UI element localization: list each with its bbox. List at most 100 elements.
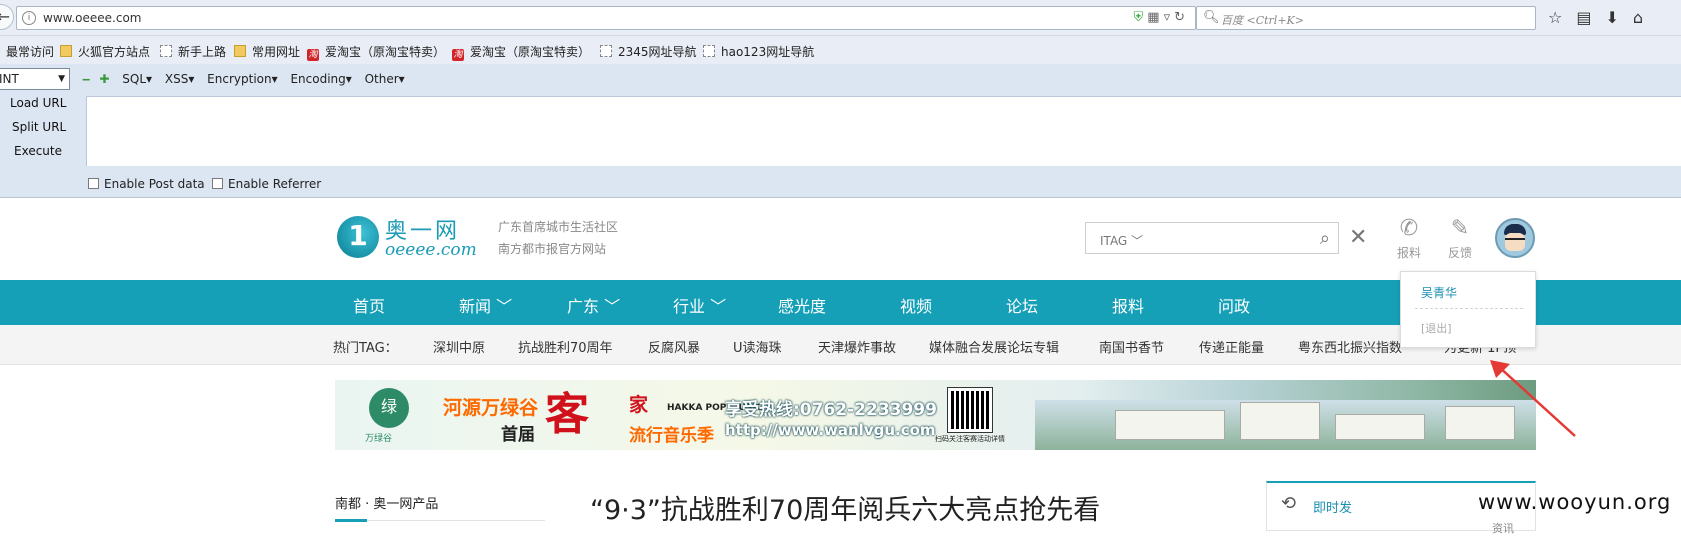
back-button[interactable]: ← — [0, 4, 14, 30]
nav-item-politics[interactable]: 问政 — [1218, 293, 1250, 317]
bookmark-item[interactable]: hao123网址导航 — [703, 43, 814, 60]
banner-title-4: 流行音乐季 — [629, 426, 714, 446]
hot-tag[interactable]: 抗战胜利70周年 — [518, 337, 613, 356]
qr-icon[interactable]: ▦ — [1147, 10, 1163, 25]
banner-brand: 万绿谷 — [365, 434, 393, 444]
folder-icon — [60, 45, 72, 57]
hot-tag[interactable]: 反腐风暴 — [648, 337, 700, 356]
menu-xss[interactable]: XSS▾ — [165, 72, 194, 86]
banner-big-char: 客 — [545, 389, 589, 440]
bookmark-label: hao123网址导航 — [721, 45, 815, 59]
home-icon[interactable]: ⌂ — [1633, 8, 1643, 27]
page-icon — [600, 45, 612, 57]
download-icon[interactable]: ⬇ — [1605, 8, 1618, 27]
hot-tag[interactable]: 天津爆炸事故 — [818, 337, 896, 356]
section-underline — [335, 519, 367, 522]
products-section-title[interactable]: 南都 · 奥一网产品 — [335, 493, 438, 512]
browser-nav-icons: ☆ ▤ ⬇ ⌂ — [1548, 8, 1657, 27]
hackbar-select[interactable]: INT ▼ — [0, 68, 70, 90]
nav-item-report[interactable]: 报料 — [1112, 293, 1144, 317]
checkbox-box[interactable] — [88, 178, 99, 189]
enable-referrer-label: Enable Referrer — [228, 177, 322, 191]
address-text[interactable]: www.oeeee.com — [43, 11, 141, 25]
hackbar-select-value: INT — [0, 72, 19, 86]
nav-item-forum[interactable]: 论坛 — [1006, 293, 1038, 317]
banner-title-3: 家 — [629, 394, 649, 416]
hot-tag[interactable]: 粤东西北振兴指数 — [1298, 337, 1402, 356]
nav-item-photo[interactable]: 感光度 — [778, 293, 826, 317]
bookmark-item[interactable]: 淘爱淘宝（原淘宝特卖） — [452, 43, 590, 61]
nav-item-guangdong[interactable]: 广东 ﹀ — [567, 293, 620, 317]
nav-item-video[interactable]: 视频 — [900, 293, 932, 317]
checkbox-box[interactable] — [212, 178, 223, 189]
page-icon — [703, 45, 715, 57]
live-news-tab[interactable]: 资讯 — [1492, 520, 1514, 536]
page-icon — [160, 45, 172, 57]
annotation-arrow-icon — [1490, 360, 1576, 437]
hot-tag-prefix: 热门TAG： — [333, 341, 398, 356]
hackbar-menu: ‒ ✚ SQL▾ XSS▾ Encryption▾ Encoding▾ Other… — [82, 72, 414, 86]
watermark: www.wooyun.org — [1478, 490, 1672, 514]
feedback-button[interactable]: ✎ 反馈 — [1443, 216, 1477, 261]
site-slogan-2: 南方都市报官方网站 — [498, 242, 607, 256]
close-icon[interactable]: ✕ — [1349, 225, 1367, 250]
bookmark-label: 爱淘宝（原淘宝特卖） — [470, 45, 591, 59]
nav-item-news[interactable]: 新闻 ﹀ — [459, 293, 512, 317]
execute-button[interactable]: Execute — [14, 144, 62, 158]
site-logo-icon[interactable]: 1 — [337, 216, 379, 258]
bookmarks-toolbar: 最常访问 火狐官方站点 新手上路 常用网址 淘爱淘宝（原淘宝特卖） 淘爱淘宝（原… — [0, 36, 1681, 64]
hot-tag[interactable]: 传递正能量 — [1199, 337, 1264, 356]
dropdown-icon[interactable]: ▿ — [1164, 10, 1175, 25]
bookmark-item[interactable]: 淘爱淘宝（原淘宝特卖） — [307, 43, 445, 61]
headline-link[interactable]: “9·3”抗战胜利70周年阅兵六大亮点抢先看 — [590, 488, 1100, 527]
reading-list-icon[interactable]: ▤ — [1576, 8, 1591, 27]
menu-sql[interactable]: SQL▾ — [122, 72, 152, 86]
search-scope-select[interactable]: ITAG ﹀ — [1100, 232, 1143, 249]
user-name-link[interactable]: 吴青华 — [1421, 284, 1457, 301]
address-actions: ⛨▦▿↻ — [1134, 10, 1190, 25]
menu-encoding[interactable]: Encoding▾ — [290, 72, 351, 86]
bookmark-label: 常用网址 — [252, 45, 301, 59]
avatar[interactable] — [1495, 218, 1535, 258]
divider — [1415, 308, 1523, 309]
menu-encryption[interactable]: Encryption▾ — [207, 72, 277, 86]
bookmark-item[interactable]: 新手上路 — [160, 43, 226, 60]
banner-title-2: 首届 — [501, 425, 535, 445]
bookmark-label: 新手上路 — [178, 45, 227, 59]
live-news-title[interactable]: 即时发 — [1313, 497, 1352, 516]
bookmark-item[interactable]: 常用网址 — [234, 43, 300, 60]
avatar-glasses — [1505, 238, 1525, 244]
report-label: 报料 — [1396, 246, 1421, 260]
nav-item-industry[interactable]: 行业 ﹀ — [673, 293, 726, 317]
nav-item-home[interactable]: 首页 — [353, 293, 385, 317]
minus-icon[interactable]: ‒ — [82, 72, 90, 86]
shield-icon[interactable]: ⛨ — [1134, 10, 1148, 25]
search-icon[interactable]: ⌕ — [1320, 228, 1330, 249]
load-url-button[interactable]: Load URL — [10, 96, 66, 110]
banner-house — [1115, 410, 1225, 440]
bookmark-item[interactable]: 2345网址导航 — [600, 43, 697, 60]
site-logo-domain[interactable]: oeeee.com — [385, 240, 477, 260]
browser-search-box[interactable]: 🔍︎ 百度 <Ctrl+K> — [1196, 6, 1536, 30]
hot-tag[interactable]: 南国书香节 — [1099, 337, 1164, 356]
plus-icon[interactable]: ✚ — [99, 72, 109, 86]
bookmark-item[interactable]: 火狐官方站点 — [60, 43, 150, 60]
bookmark-item[interactable]: 最常访问 — [6, 43, 54, 60]
address-bar[interactable]: i www.oeeee.com ⛨▦▿↻ — [16, 6, 1196, 30]
hot-tag[interactable]: 媒体融合发展论坛专辑 — [929, 337, 1059, 356]
banner-house — [1335, 414, 1425, 440]
site-search-box[interactable]: ITAG ﹀ ⌕ — [1085, 222, 1339, 254]
banner-ad[interactable]: 绿 万绿谷 河源万绿谷 首届 客 家 HAKKA POP MUSIC 流行音乐季… — [335, 380, 1536, 450]
enable-post-checkbox[interactable]: Enable Post data — [88, 177, 205, 191]
hot-tag[interactable]: 深圳中原 — [433, 337, 485, 356]
enable-referrer-checkbox[interactable]: Enable Referrer — [212, 177, 321, 191]
browser-toolbar: ← i www.oeeee.com ⛨▦▿↻ 🔍︎ 百度 <Ctrl+K> ☆ ▤… — [0, 0, 1681, 36]
hackbar-url-textarea[interactable] — [86, 96, 1681, 166]
logout-link[interactable]: [退出] — [1421, 320, 1452, 336]
reload-icon[interactable]: ↻ — [1174, 10, 1189, 25]
split-url-button[interactable]: Split URL — [12, 120, 66, 134]
hot-tag[interactable]: U读海珠 — [733, 337, 782, 356]
star-icon[interactable]: ☆ — [1548, 8, 1562, 27]
menu-other[interactable]: Other▾ — [365, 72, 405, 86]
report-button[interactable]: ✆ 报料 — [1392, 216, 1426, 261]
